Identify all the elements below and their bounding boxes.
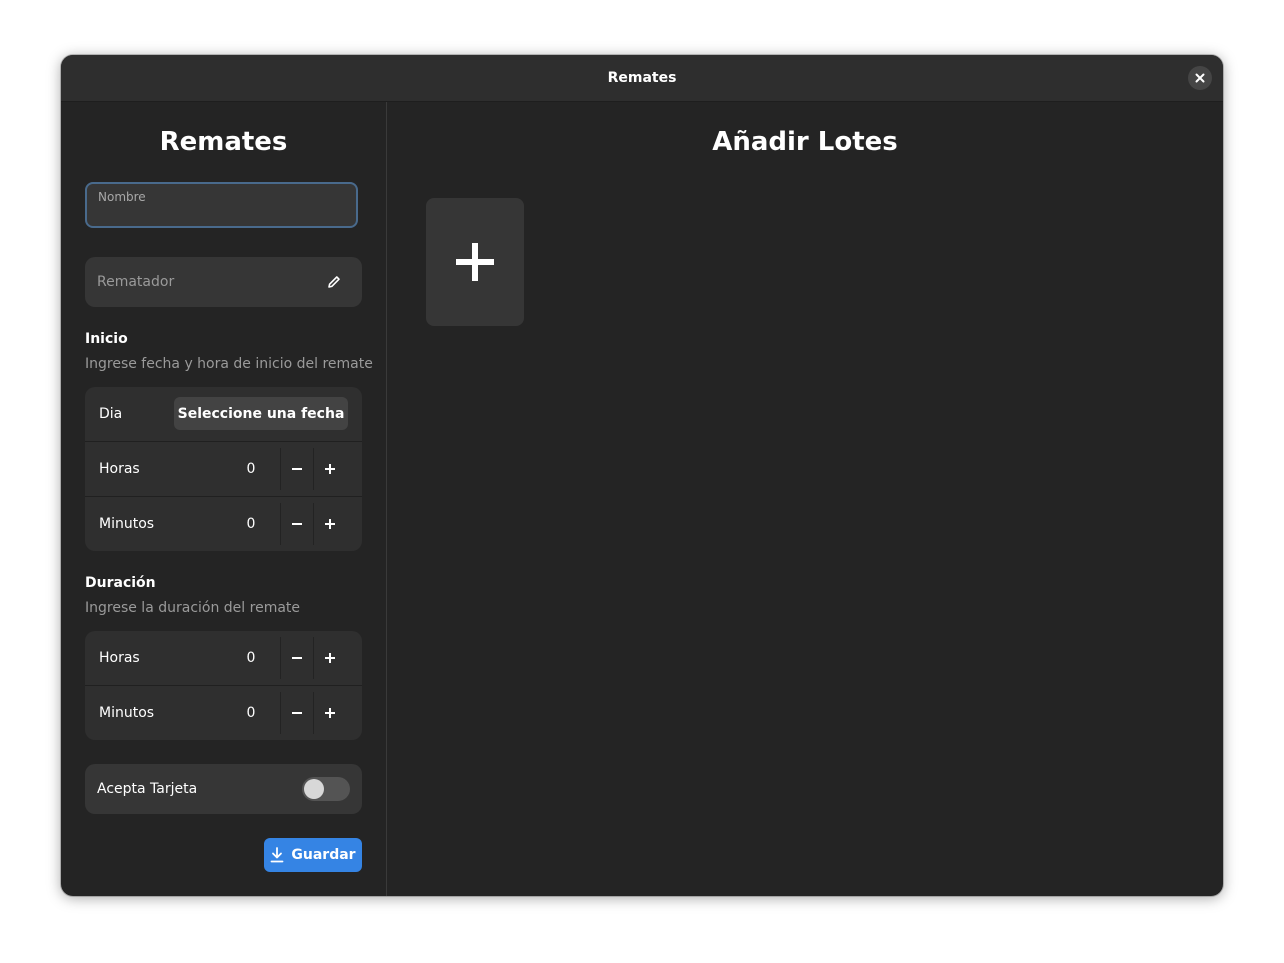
minus-icon [292,523,302,525]
inicio-horas-decrement[interactable] [281,449,313,489]
acepta-tarjeta-switch[interactable] [302,777,350,801]
inicio-minutos-row: Minutos 0 [85,497,362,551]
duracion-horas-decrement[interactable] [281,638,313,678]
inicio-subtitle: Ingrese fecha y hora de inicio del remat… [85,356,373,372]
minutos-label: Minutos [99,705,155,721]
inicio-title: Inicio [85,331,128,347]
pencil-icon[interactable] [326,274,342,290]
duracion-horas-row: Horas 0 [85,631,362,686]
duracion-subtitle: Ingrese la duración del remate [85,600,301,616]
add-lote-button[interactable] [426,198,524,326]
nombre-floating-label: Nombre [98,190,146,204]
minus-icon [292,468,302,470]
duracion-minutos-row: Minutos 0 [85,686,362,740]
minus-icon [292,657,302,659]
inicio-horas-value[interactable]: 0 [231,442,271,496]
header-bar: Remates [61,55,1223,102]
plus-icon [325,519,335,529]
inicio-list: Dia Seleccione una fecha Horas 0 Minutos… [85,387,362,551]
inicio-minutos-decrement[interactable] [281,504,313,544]
horas-label: Horas [99,650,140,666]
inicio-horas-row: Horas 0 [85,442,362,497]
duracion-minutos-increment[interactable] [314,693,346,733]
plus-icon [325,653,335,663]
download-icon [271,847,284,863]
duracion-list: Horas 0 Minutos 0 [85,631,362,740]
minus-icon [292,712,302,714]
horas-label: Horas [99,461,140,477]
inicio-minutos-increment[interactable] [314,504,346,544]
inicio-dia-row: Dia Seleccione una fecha [85,387,362,442]
add-icon [456,243,494,281]
close-button[interactable] [1188,66,1212,90]
duracion-minutos-value[interactable]: 0 [231,686,271,740]
close-icon [1195,73,1205,83]
minutos-label: Minutos [99,516,155,532]
duracion-title: Duración [85,575,156,591]
plus-icon [325,464,335,474]
duracion-minutos-decrement[interactable] [281,693,313,733]
save-label: Guardar [291,847,356,863]
save-button[interactable]: Guardar [264,838,362,872]
inicio-minutos-value[interactable]: 0 [231,497,271,551]
acepta-tarjeta-label: Acepta Tarjeta [97,781,198,797]
app-window: Remates Remates Nombre Rematador Inicio … [61,55,1223,896]
lotes-panel: Añadir Lotes [387,102,1223,896]
acepta-tarjeta-row: Acepta Tarjeta [85,764,362,814]
dia-label: Dia [99,406,123,422]
switch-knob [304,779,324,799]
window-title: Remates [607,70,677,86]
rematador-placeholder: Rematador [97,274,175,290]
nombre-field[interactable]: Nombre [85,182,358,228]
select-date-button[interactable]: Seleccione una fecha [174,397,348,430]
duracion-horas-value[interactable]: 0 [231,631,271,685]
inicio-horas-increment[interactable] [314,449,346,489]
rematador-field[interactable]: Rematador [85,257,362,307]
plus-icon [325,708,335,718]
sidebar-heading: Remates [159,127,288,157]
form-sidebar: Remates Nombre Rematador Inicio Ingrese … [61,102,387,896]
main-heading: Añadir Lotes [712,127,898,157]
duracion-horas-increment[interactable] [314,638,346,678]
